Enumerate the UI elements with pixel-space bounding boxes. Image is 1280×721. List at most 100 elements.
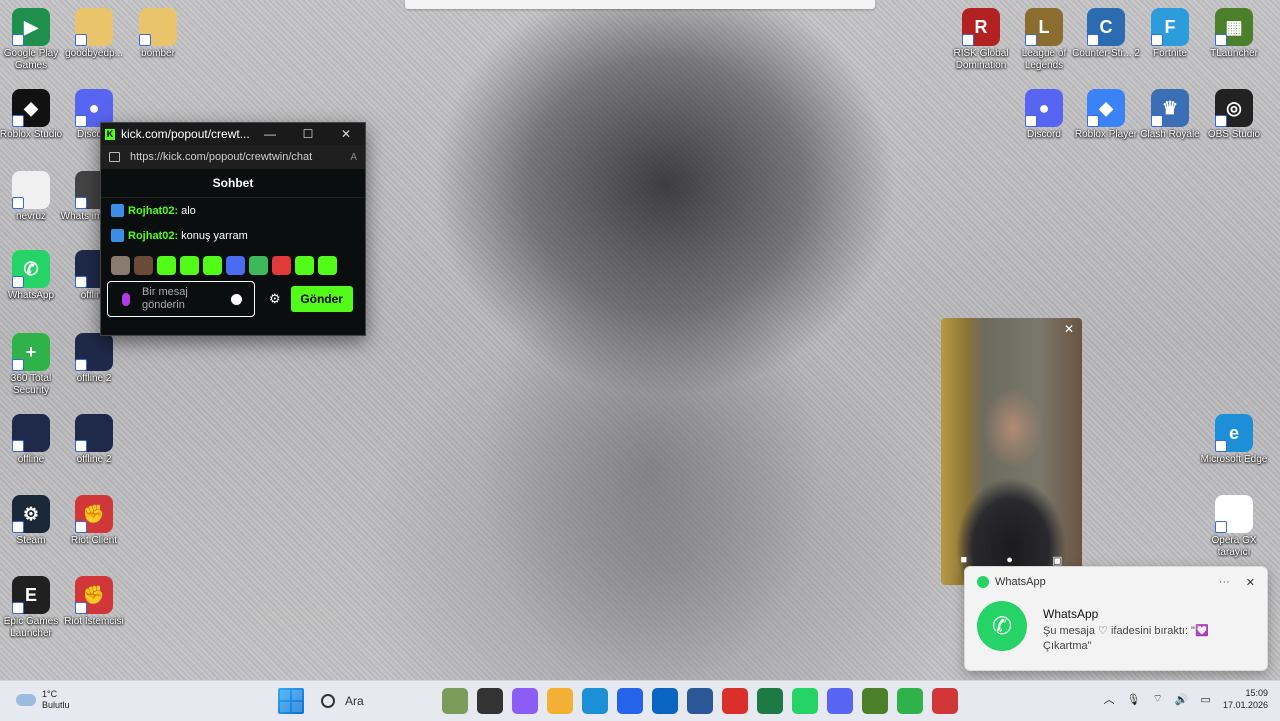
emote-icon[interactable]	[134, 256, 153, 275]
edge-icon: e	[1215, 414, 1253, 452]
desktop-shortcut-label: offline 2	[76, 454, 112, 465]
battery-icon[interactable]: ▭	[1201, 693, 1211, 706]
chat-settings-gear-icon[interactable]: ⚙	[269, 291, 281, 307]
camera-icon[interactable]: ■	[961, 554, 968, 567]
emote-icon[interactable]	[180, 256, 199, 275]
desktop-shortcut[interactable]: ◎ OBS Studio	[1198, 89, 1270, 141]
desktop-shortcut-label: Clash Royale	[1140, 129, 1200, 140]
desktop-shortcut[interactable]: ✊ Riot İstemcisi	[58, 576, 130, 628]
desktop-shortcut[interactable]: ▦ TLauncher	[1198, 8, 1270, 60]
webcam-close-icon[interactable]: ✕	[1064, 322, 1074, 336]
desktop-shortcut[interactable]: O Opera GX tarayıcı	[1198, 495, 1270, 559]
notification-app-name: WhatsApp	[995, 576, 1046, 588]
file-explorer-icon[interactable]	[547, 688, 573, 714]
notification-close-icon[interactable]: ✕	[1246, 576, 1255, 589]
emote-icon[interactable]	[318, 256, 337, 275]
desktop-shortcut[interactable]: offline 2	[58, 333, 130, 385]
volume-icon[interactable]: 🔊	[1175, 693, 1189, 706]
desktop-shortcut[interactable]: ✊ Riot Client	[58, 495, 130, 547]
desktop-shortcut[interactable]: ◆ Roblox Studio	[0, 89, 67, 141]
start-button[interactable]	[278, 688, 304, 714]
more-options-icon[interactable]: ···	[1219, 576, 1230, 588]
outlook-icon[interactable]	[652, 688, 678, 714]
edge-icon[interactable]	[582, 688, 608, 714]
emote-icon[interactable]	[111, 256, 130, 275]
emote-icon[interactable]	[226, 256, 245, 275]
360-security-icon: +	[12, 333, 50, 371]
webcam-preview[interactable]: ✕ ■ ● ▣	[941, 318, 1082, 585]
emote-icon[interactable]	[157, 256, 176, 275]
desktop-shortcut[interactable]: C Counter-Str... 2	[1070, 8, 1142, 60]
emote-icon[interactable]	[272, 256, 291, 275]
360-security-icon[interactable]	[897, 688, 923, 714]
clash-royale-icon: ♛	[1151, 89, 1189, 127]
minimize-button[interactable]: —	[251, 127, 289, 141]
system-tray: ︿ 🎙 ⌔ 🔊 ▭ 15:09 17.01.2026	[1104, 687, 1268, 711]
obs-studio-icon: ◎	[1215, 89, 1253, 127]
search-icon	[321, 694, 335, 708]
league-of-legends-icon: L	[1025, 8, 1063, 46]
discord-icon[interactable]	[827, 688, 853, 714]
desktop-shortcut[interactable]: bomber	[122, 8, 194, 60]
weather-widget[interactable]: 1°C Bulutlu	[16, 689, 70, 711]
emoji-picker-icon[interactable]	[231, 293, 242, 305]
desktop-shortcut-label: Counter-Str... 2	[1072, 48, 1140, 59]
kick-chat-popout-window[interactable]: K kick.com/popout/crewt... — ☐ ✕ https:/…	[100, 122, 366, 336]
notification-title: WhatsApp	[1043, 607, 1099, 621]
desktop-shortcut[interactable]: ♛ Clash Royale	[1134, 89, 1206, 141]
chat-username[interactable]: Rojhat02:	[128, 230, 178, 242]
send-button[interactable]: Gönder	[290, 286, 353, 312]
emote-icon[interactable]	[203, 256, 222, 275]
whatsapp-icon[interactable]	[792, 688, 818, 714]
minecraft-icon[interactable]	[862, 688, 888, 714]
microphone-icon[interactable]: 🎙	[1127, 693, 1141, 706]
chat-message: Rojhat02: konuş yarram	[101, 223, 365, 248]
desktop-shortcut[interactable]: goodbyedp...	[58, 8, 130, 60]
desktop-shortcut-label: offline	[17, 454, 45, 465]
emote-icon[interactable]	[249, 256, 268, 275]
chat-message-input[interactable]: Bir mesaj gönderin	[107, 281, 255, 317]
scenery-widget-icon[interactable]	[442, 688, 468, 714]
store-icon[interactable]	[617, 688, 643, 714]
desktop-shortcut[interactable]: F Fortnite	[1134, 8, 1206, 60]
excel-icon[interactable]	[757, 688, 783, 714]
address-bar[interactable]: https://kick.com/popout/crewtwin/chat A	[101, 145, 365, 169]
taskbar-search[interactable]: Ara	[313, 688, 433, 714]
word-icon[interactable]	[687, 688, 713, 714]
desktop-shortcut-label: RISK Global Domination	[953, 48, 1009, 71]
desktop-shortcut[interactable]: R RISK Global Domination	[945, 8, 1017, 72]
chat-input-row: Bir mesaj gönderin ⚙ Gönder	[101, 279, 365, 319]
desktop-shortcut[interactable]: ✆ WhatsApp	[0, 250, 67, 302]
steam-icon: ⚙	[12, 495, 50, 533]
fortnite-icon: F	[1151, 8, 1189, 46]
desktop-shortcut[interactable]: e Microsoft Edge	[1198, 414, 1270, 466]
whatsapp-notification[interactable]: WhatsApp ··· ✕ ✆ WhatsApp Şu mesaja ♡ if…	[964, 566, 1268, 671]
window-titlebar[interactable]: K kick.com/popout/crewt... — ☐ ✕	[101, 123, 365, 145]
terminal-icon[interactable]	[477, 688, 503, 714]
chat-username[interactable]: Rojhat02:	[128, 205, 178, 217]
read-aloud-icon[interactable]: A	[350, 152, 357, 163]
notification-header: WhatsApp ··· ✕	[965, 567, 1267, 597]
desktop-shortcut[interactable]: +360 Total Security	[0, 333, 67, 397]
copilot-icon[interactable]	[512, 688, 538, 714]
roblox-player-icon: ◆	[1087, 89, 1125, 127]
clock[interactable]: 15:09 17.01.2026	[1223, 687, 1268, 711]
user-badge-icon	[111, 204, 124, 217]
wifi-icon[interactable]: ⌔	[1153, 692, 1163, 706]
desktop-shortcut[interactable]: nevruz	[0, 171, 67, 223]
desktop-shortcut[interactable]: ⚙ Steam	[0, 495, 67, 547]
maximize-button[interactable]: ☐	[289, 127, 327, 141]
desktop-shortcut[interactable]: offline 2	[58, 414, 130, 466]
desktop-shortcut[interactable]: ▶ Google Play Games	[0, 8, 67, 72]
desktop-shortcut[interactable]: ◆ Roblox Player	[1070, 89, 1142, 141]
riot-client-icon[interactable]	[932, 688, 958, 714]
pdf-icon[interactable]	[722, 688, 748, 714]
close-button[interactable]: ✕	[327, 127, 365, 141]
desktop-shortcut-label: Roblox Studio	[0, 129, 63, 140]
chevron-up-icon[interactable]: ︿	[1104, 691, 1115, 707]
search-label: Ara	[345, 694, 364, 708]
desktop-shortcut[interactable]: E Epic Games Launcher	[0, 576, 67, 640]
microphone-icon[interactable]	[122, 292, 130, 306]
emote-icon[interactable]	[295, 256, 314, 275]
desktop-shortcut[interactable]: offline	[0, 414, 67, 466]
